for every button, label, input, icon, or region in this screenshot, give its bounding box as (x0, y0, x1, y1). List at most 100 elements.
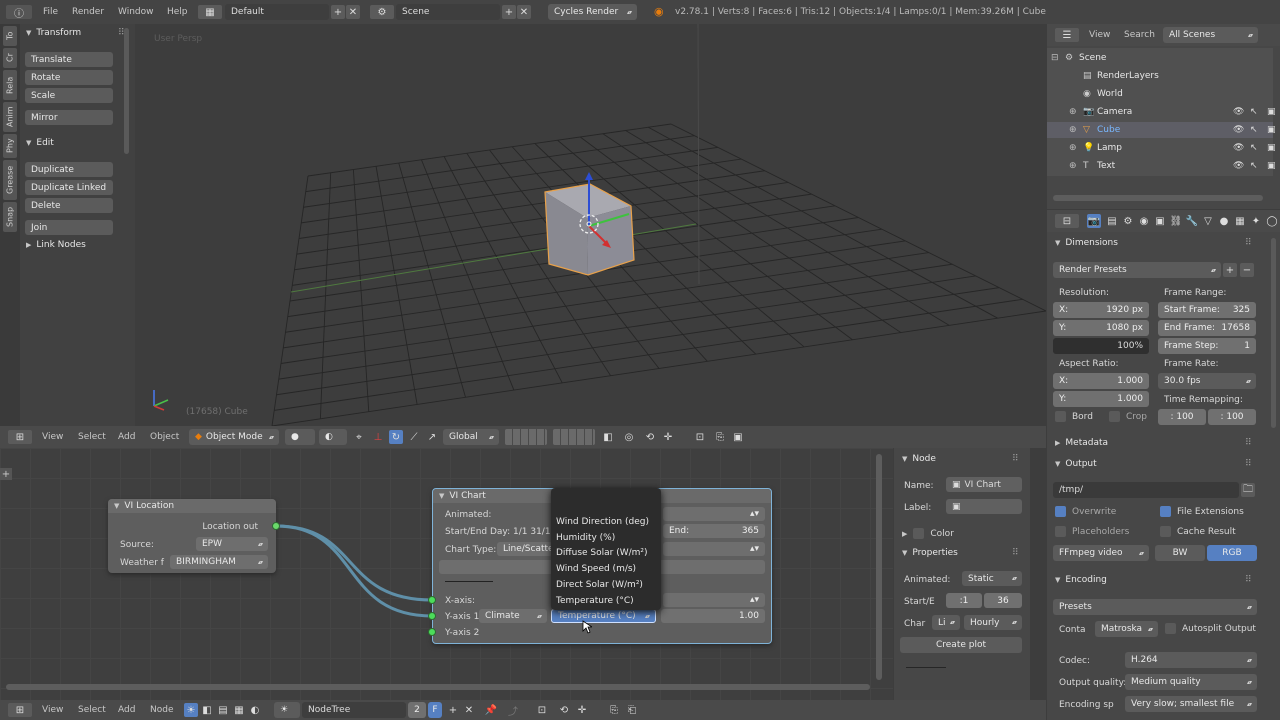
layers-tab-icon[interactable]: ▤ (1105, 214, 1119, 228)
particles-tab-icon[interactable]: ✦ (1249, 214, 1263, 228)
node-menu-node[interactable]: Node (150, 705, 174, 715)
editor-type-icon[interactable]: ⊞ (8, 430, 32, 444)
node-menu-add[interactable]: Add (118, 705, 135, 715)
link-nodes-header[interactable]: ▶ Link Nodes (26, 240, 86, 250)
x-axis-selector[interactable]: ▴▾ (663, 593, 765, 607)
opengl-render-icon[interactable]: ⊡ (693, 430, 707, 444)
render-camera-icon[interactable]: ▣ (1267, 143, 1276, 153)
eye-icon[interactable]: 👁 (1233, 107, 1244, 117)
eye-icon[interactable]: 👁 (1233, 125, 1244, 135)
crop-toggle[interactable]: Crop (1109, 411, 1147, 422)
node-copy-icon[interactable]: ⎘ (607, 703, 621, 717)
transform-panel-header[interactable]: ▼ Transform (26, 28, 81, 38)
node-tree-name-field[interactable]: NodeTree (302, 702, 406, 718)
tab-relations[interactable]: Rela (3, 70, 17, 100)
layer-buttons[interactable] (505, 429, 547, 445)
layout-selector[interactable]: Default (225, 4, 329, 20)
dropdown-option-temperature[interactable]: Temperature (°C) (556, 596, 634, 606)
clapper-icon[interactable]: ▣ (731, 430, 745, 444)
outliner-row[interactable]: ⊕ ▽ Cube 👁 ↖ ▣ (1047, 122, 1276, 138)
backdrop-icon[interactable]: ⊡ (535, 703, 549, 717)
outliner-editor-icon[interactable]: ☰ (1055, 28, 1079, 42)
aspect-y-field[interactable]: Y: 1.000 (1053, 391, 1149, 407)
node-editor[interactable]: + ▼ VI Location Location out Source: EPW … (0, 448, 893, 700)
chart-animated-toggle[interactable]: ▴▾ (663, 507, 765, 521)
texture-tab-icon[interactable]: ▦ (1233, 214, 1247, 228)
y-axis-2-socket[interactable] (428, 628, 436, 636)
dropdown-option-humidity[interactable]: Humidity (%) (556, 533, 615, 543)
outliner-row[interactable]: ⊕ T Text 👁 ↖ ▣ (1047, 158, 1276, 174)
expand-icon[interactable]: ⊟ (1051, 53, 1059, 63)
render-tab-icon[interactable]: 📷 (1087, 214, 1101, 228)
chart-type-selector[interactable]: Line/Scatter (497, 542, 553, 556)
cube-object[interactable] (531, 164, 651, 284)
overwrite-toggle[interactable]: Overwrite (1055, 506, 1116, 517)
join-button[interactable]: Join (25, 220, 113, 235)
node-snap-target-icon[interactable]: ✛ (575, 703, 589, 717)
start-frame-field[interactable]: Start Frame: 325 (1158, 302, 1256, 318)
outliner-row[interactable]: ⊕ 📷 Camera 👁 ↖ ▣ (1047, 104, 1276, 120)
node-properties-header[interactable]: ▼ Properties (902, 548, 958, 558)
resolution-percent-field[interactable]: 100% (1053, 338, 1149, 354)
dimensions-drag-icon[interactable]: ⠿ (1245, 238, 1252, 248)
chart-type-extra[interactable]: ▴▾ (663, 542, 765, 556)
material-tree-icon[interactable]: ◐ (248, 703, 262, 717)
file-extensions-toggle[interactable]: File Extensions (1160, 506, 1244, 517)
cursor-icon[interactable]: ↖ (1250, 161, 1258, 171)
render-camera-icon[interactable]: ▣ (1267, 107, 1276, 117)
time-remap-old-field[interactable]: : 100 (1158, 409, 1206, 425)
expand-icon[interactable]: ⊕ (1069, 107, 1077, 117)
snap-target-icon[interactable]: ✛ (661, 430, 675, 444)
constraints-tab-icon[interactable]: ⛓ (1169, 214, 1183, 228)
snap-icon[interactable]: ⟲ (643, 430, 657, 444)
physics-tab-icon[interactable]: ◯ (1265, 214, 1279, 228)
mode-selector[interactable]: ◆ Object Mode (189, 429, 279, 445)
menu-help[interactable]: Help (167, 7, 188, 17)
orientation-icon[interactable]: ↗ (425, 430, 439, 444)
outliner-filter-selector[interactable]: All Scenes (1163, 27, 1258, 43)
properties-editor-icon[interactable]: ⊟ (1055, 214, 1079, 228)
outliner-menu-search[interactable]: Search (1124, 30, 1155, 40)
metadata-drag-icon[interactable]: ⠿ (1245, 438, 1252, 448)
aspect-x-field[interactable]: X: 1.000 (1053, 373, 1149, 389)
shading-selector[interactable]: ● (285, 429, 315, 445)
tab-snap[interactable]: Snap (3, 202, 17, 232)
expand-icon[interactable]: ⊕ (1069, 161, 1077, 171)
resolution-x-field[interactable]: X: 1920 px (1053, 302, 1149, 318)
info-icon[interactable]: ⓘ (6, 5, 32, 20)
cursor-icon[interactable]: ↖ (1250, 143, 1258, 153)
vi-suite-tree-icon[interactable]: ☀ (184, 703, 198, 717)
file-format-selector[interactable]: FFmpeg video (1053, 545, 1149, 561)
node-editor-hscrollbar[interactable] (6, 684, 870, 690)
folder-icon[interactable]: 🗀 (1241, 483, 1255, 497)
y-axis-1-type-selector[interactable]: Climate (479, 609, 547, 623)
menu-file[interactable]: File (43, 7, 58, 17)
node-menu-select[interactable]: Select (78, 705, 106, 715)
node-name-field[interactable]: ▣ VI Chart (946, 477, 1022, 492)
variable-dropdown-menu[interactable]: Wind Direction (deg) Humidity (%) Diffus… (551, 488, 661, 610)
node-tree-close-icon[interactable]: ✕ (462, 703, 476, 717)
sidebar-end-field[interactable]: 36 (984, 593, 1022, 608)
encoding-panel-header[interactable]: ▼ Encoding (1055, 575, 1107, 585)
node-panel-drag-icon[interactable]: ⠿ (1012, 454, 1019, 464)
render-presets-selector[interactable]: Render Presets (1053, 262, 1221, 278)
mirror-button[interactable]: Mirror (25, 110, 113, 125)
dropdown-option-direct-solar[interactable]: Direct Solar (W/m²) (556, 580, 643, 590)
layout-grid-icon[interactable]: ▦ (198, 5, 222, 19)
y-axis-1-value-field[interactable]: 1.00 (661, 609, 765, 623)
output-path-field[interactable]: /tmp/ (1053, 482, 1239, 498)
create-plot-button[interactable]: Create plot (900, 637, 1022, 653)
scene-selector[interactable]: Scene (396, 4, 500, 20)
cursor-icon[interactable]: ↖ (1250, 107, 1258, 117)
menu-window[interactable]: Window (118, 7, 154, 17)
layer-stack-icon[interactable]: ◧ (601, 430, 615, 444)
layer-buttons-2[interactable] (553, 429, 595, 445)
sidebar-frequency-selector[interactable]: Hourly (964, 615, 1022, 630)
sidebar-chart-type-selector[interactable]: Li (932, 615, 960, 630)
frame-step-field[interactable]: Frame Step: 1 (1158, 338, 1256, 354)
autosplit-toggle[interactable]: Autosplit Output (1165, 623, 1256, 634)
outliner-row[interactable]: ⊕ 💡 Lamp 👁 ↖ ▣ (1047, 140, 1276, 156)
menu-render[interactable]: Render (72, 7, 104, 17)
eye-icon[interactable]: 👁 (1233, 161, 1244, 171)
scale-button[interactable]: Scale (25, 88, 113, 103)
